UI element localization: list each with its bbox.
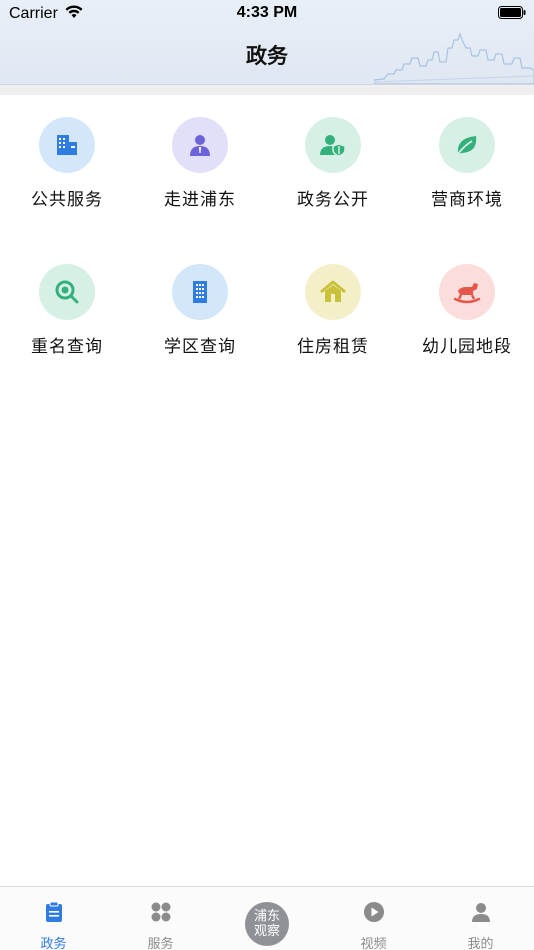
grid-item-label: 幼儿园地段 — [422, 337, 512, 356]
four-dots-icon — [151, 902, 171, 922]
battery-icon — [498, 6, 526, 19]
leaf-icon — [439, 117, 495, 173]
tab-video[interactable]: 视频 — [320, 887, 427, 950]
grid-item-label: 重名查询 — [31, 337, 103, 356]
play-icon — [364, 902, 384, 922]
grid-item-name-check[interactable]: 重名查询 — [0, 264, 134, 384]
grid-item-kindergarten-zone[interactable]: 幼儿园地段 — [400, 264, 534, 384]
search-icon — [39, 264, 95, 320]
grid-item-label: 营商环境 — [431, 190, 503, 209]
header: Carrier 4:33 PM 政务 — [0, 0, 534, 85]
house-icon — [305, 264, 361, 320]
skyline-decoration — [374, 32, 534, 84]
tab-label: 政务 — [40, 936, 67, 950]
user-icon — [472, 903, 490, 922]
tab-profile[interactable]: 我的 — [427, 887, 534, 950]
tab-government[interactable]: 政务 — [0, 887, 107, 950]
grid-item-school-district[interactable]: 学区查询 — [133, 264, 267, 384]
document-icon — [46, 901, 62, 922]
tab-bar: 政务 服务 浦东观察 视频 我的 — [0, 886, 534, 950]
status-bar: Carrier 4:33 PM — [0, 0, 534, 28]
building-icon — [39, 117, 95, 173]
person-icon — [172, 117, 228, 173]
grid-item-housing-rental[interactable]: 住房租赁 — [266, 264, 400, 384]
status-time: 4:33 PM — [236, 4, 298, 21]
tab-label: 我的 — [467, 936, 494, 950]
tab-services[interactable]: 服务 — [107, 887, 214, 950]
logo-text: 浦东观察 — [253, 909, 280, 939]
grid-item-label: 学区查询 — [164, 337, 236, 356]
grid-item-public-service[interactable]: 公共服务 — [0, 117, 134, 237]
rocking-horse-icon — [439, 264, 495, 320]
tab-label: 视频 — [360, 936, 387, 950]
grid-item-label: 走进浦东 — [164, 190, 236, 209]
section-divider — [0, 85, 534, 95]
grid-item-label: 政务公开 — [297, 190, 369, 209]
grid-item-business-env[interactable]: 营商环境 — [400, 117, 534, 237]
grid-item-label: 住房租赁 — [297, 337, 369, 356]
grid-item-label: 公共服务 — [31, 190, 103, 209]
grid-item-visit-pudong[interactable]: 走进浦东 — [133, 117, 267, 237]
tab-label: 服务 — [147, 936, 174, 950]
user-shield-icon — [305, 117, 361, 173]
pudong-logo-icon[interactable]: 浦东观察 — [245, 902, 289, 946]
screen: Carrier 4:33 PM 政务 公共服务 走进浦东 政务公开 营商环境 重… — [0, 0, 534, 950]
grid-item-gov-disclosure[interactable]: 政务公开 — [266, 117, 400, 237]
school-building-icon — [172, 264, 228, 320]
